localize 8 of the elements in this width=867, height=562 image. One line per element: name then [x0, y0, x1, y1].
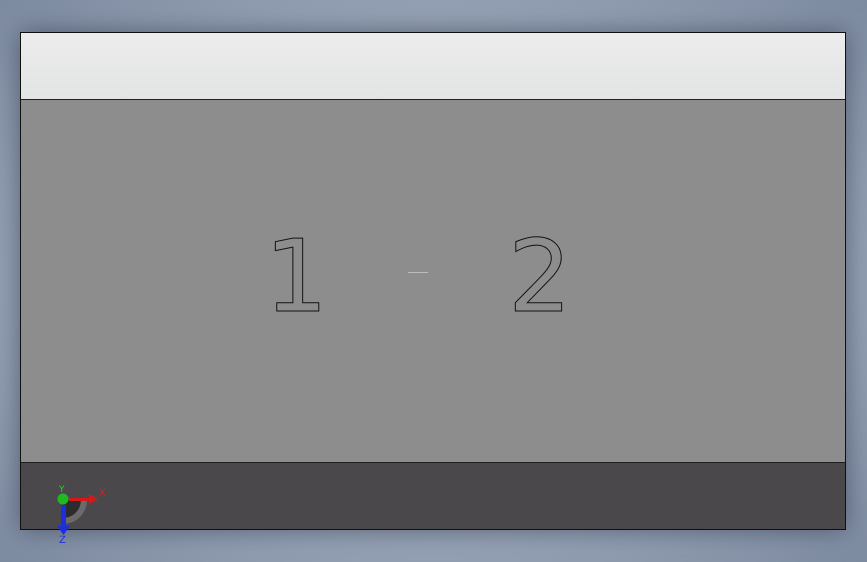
x-axis-arrow[interactable] [69, 494, 98, 504]
z-axis-label: Z [59, 535, 66, 544]
engraved-number: 2 [508, 227, 572, 327]
origin-dot[interactable] [58, 494, 68, 504]
x-axis-label: X [99, 488, 106, 499]
engraved-number: 1 [264, 227, 328, 327]
z-axis-arrow[interactable] [57, 505, 70, 535]
y-axis-label: Y [59, 485, 64, 495]
